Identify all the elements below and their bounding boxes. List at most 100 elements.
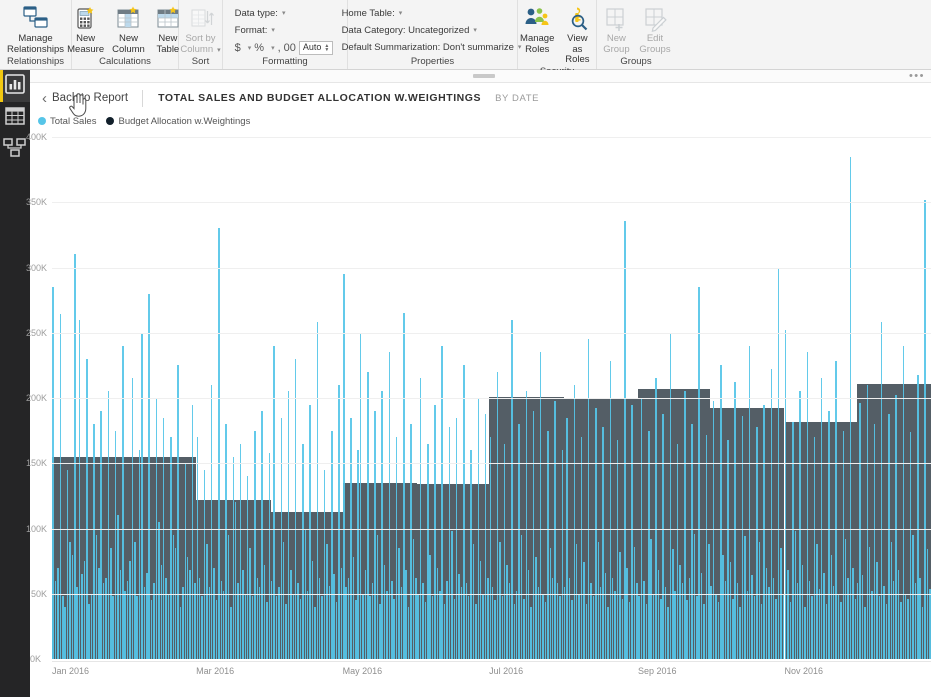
total-sales-bar[interactable]: [823, 572, 825, 659]
total-sales-bar[interactable]: [307, 591, 309, 659]
total-sales-bar[interactable]: [859, 403, 861, 659]
total-sales-bar[interactable]: [712, 400, 715, 659]
total-sales-bar[interactable]: [439, 591, 441, 659]
total-sales-bar[interactable]: [816, 544, 818, 659]
total-sales-bar[interactable]: [475, 604, 477, 659]
total-sales-bar[interactable]: [503, 443, 506, 659]
total-sales-bar[interactable]: [331, 430, 333, 659]
total-sales-bar[interactable]: [100, 411, 102, 659]
total-sales-bar[interactable]: [314, 606, 316, 659]
total-sales-bar[interactable]: [804, 606, 806, 659]
total-sales-bar[interactable]: [828, 411, 830, 659]
total-sales-bar[interactable]: [294, 358, 297, 659]
total-sales-bar[interactable]: [441, 345, 443, 659]
total-sales-bar[interactable]: [162, 417, 165, 659]
total-sales-bar[interactable]: [772, 578, 775, 659]
total-sales-bar[interactable]: [268, 452, 271, 659]
total-sales-bar[interactable]: [652, 593, 655, 659]
total-sales-bar[interactable]: [107, 391, 110, 659]
total-sales-bar[interactable]: [813, 437, 816, 659]
total-sales-bar[interactable]: [251, 596, 254, 659]
total-sales-bar[interactable]: [234, 502, 237, 659]
total-sales-bar[interactable]: [746, 591, 748, 659]
total-sales-bar[interactable]: [648, 430, 650, 659]
total-sales-bar[interactable]: [511, 319, 513, 659]
total-sales-bar[interactable]: [684, 391, 686, 659]
total-sales-bar[interactable]: [830, 554, 833, 659]
total-sales-bar[interactable]: [868, 546, 871, 659]
total-sales-bar[interactable]: [496, 371, 499, 659]
total-sales-bar[interactable]: [491, 587, 494, 659]
total-sales-bar[interactable]: [62, 596, 64, 659]
total-sales-bar[interactable]: [506, 565, 508, 659]
total-sales-bar[interactable]: [177, 365, 179, 659]
total-sales-bar[interactable]: [405, 570, 407, 659]
collapse-handle[interactable]: [473, 74, 495, 78]
total-sales-bar[interactable]: [751, 575, 753, 659]
total-sales-bar[interactable]: [780, 548, 782, 659]
total-sales-bar[interactable]: [724, 580, 727, 659]
total-sales-bar[interactable]: [393, 598, 395, 659]
total-sales-bar[interactable]: [273, 345, 275, 659]
total-sales-bar[interactable]: [700, 572, 703, 659]
total-sales-bar[interactable]: [808, 580, 811, 659]
total-sales-bar[interactable]: [544, 601, 547, 659]
sidebar-item-data-view[interactable]: [0, 102, 30, 134]
total-sales-bar[interactable]: [57, 567, 59, 659]
total-sales-bar[interactable]: [905, 593, 907, 659]
total-sales-bar[interactable]: [467, 596, 470, 659]
total-sales-bar[interactable]: [335, 601, 338, 659]
total-sales-bar[interactable]: [179, 606, 182, 659]
total-sales-bar[interactable]: [184, 463, 186, 659]
total-sales-bar[interactable]: [616, 439, 619, 659]
total-sales-bar[interactable]: [359, 332, 362, 659]
total-sales-bar[interactable]: [825, 604, 828, 659]
total-sales-bar[interactable]: [417, 593, 419, 659]
total-sales-bar[interactable]: [129, 561, 131, 659]
total-sales-bar[interactable]: [446, 580, 448, 659]
total-sales-bar[interactable]: [88, 604, 90, 659]
total-sales-bar[interactable]: [182, 587, 184, 659]
total-sales-bar[interactable]: [434, 404, 436, 659]
total-sales-bar[interactable]: [527, 570, 530, 659]
total-sales-bar[interactable]: [225, 424, 227, 659]
total-sales-bar[interactable]: [275, 596, 278, 659]
total-sales-bar[interactable]: [929, 588, 931, 659]
total-sales-bar[interactable]: [837, 593, 840, 659]
total-sales-bar[interactable]: [374, 411, 376, 659]
total-sales-bar[interactable]: [568, 578, 571, 659]
total-sales-bar[interactable]: [592, 596, 595, 659]
total-sales-bar[interactable]: [412, 538, 415, 659]
total-sales-bar[interactable]: [787, 570, 789, 659]
total-sales-bar[interactable]: [626, 567, 628, 659]
total-sales-bar[interactable]: [114, 430, 117, 659]
total-sales-bar[interactable]: [134, 541, 136, 659]
total-sales-bar[interactable]: [662, 413, 664, 659]
total-sales-bar[interactable]: [799, 391, 801, 659]
total-sales-bar[interactable]: [583, 562, 585, 659]
total-sales-bar[interactable]: [345, 587, 347, 659]
total-sales-bar[interactable]: [90, 593, 93, 659]
total-sales-bar[interactable]: [141, 332, 143, 659]
total-sales-bar[interactable]: [619, 552, 621, 659]
total-sales-bar[interactable]: [424, 601, 427, 659]
total-sales-bar[interactable]: [587, 339, 590, 659]
total-sales-bar[interactable]: [878, 596, 881, 659]
total-sales-bar[interactable]: [770, 369, 772, 659]
total-sales-bar[interactable]: [893, 580, 895, 659]
total-sales-bar[interactable]: [499, 541, 501, 659]
edit-groups-button[interactable]: Edit Groups: [635, 3, 674, 55]
total-sales-bar[interactable]: [674, 591, 676, 659]
total-sales-bar[interactable]: [487, 578, 489, 659]
total-sales-bar[interactable]: [210, 384, 213, 659]
total-sales-bar[interactable]: [232, 456, 235, 659]
total-sales-bar[interactable]: [537, 587, 540, 659]
total-sales-bar[interactable]: [150, 600, 153, 659]
total-sales-bar[interactable]: [246, 476, 249, 659]
total-sales-bar[interactable]: [74, 254, 76, 659]
total-sales-bar[interactable]: [386, 591, 388, 659]
total-sales-bar[interactable]: [708, 544, 710, 659]
total-sales-bar[interactable]: [364, 570, 367, 659]
total-sales-bar[interactable]: [535, 557, 537, 659]
total-sales-bar[interactable]: [69, 541, 71, 659]
